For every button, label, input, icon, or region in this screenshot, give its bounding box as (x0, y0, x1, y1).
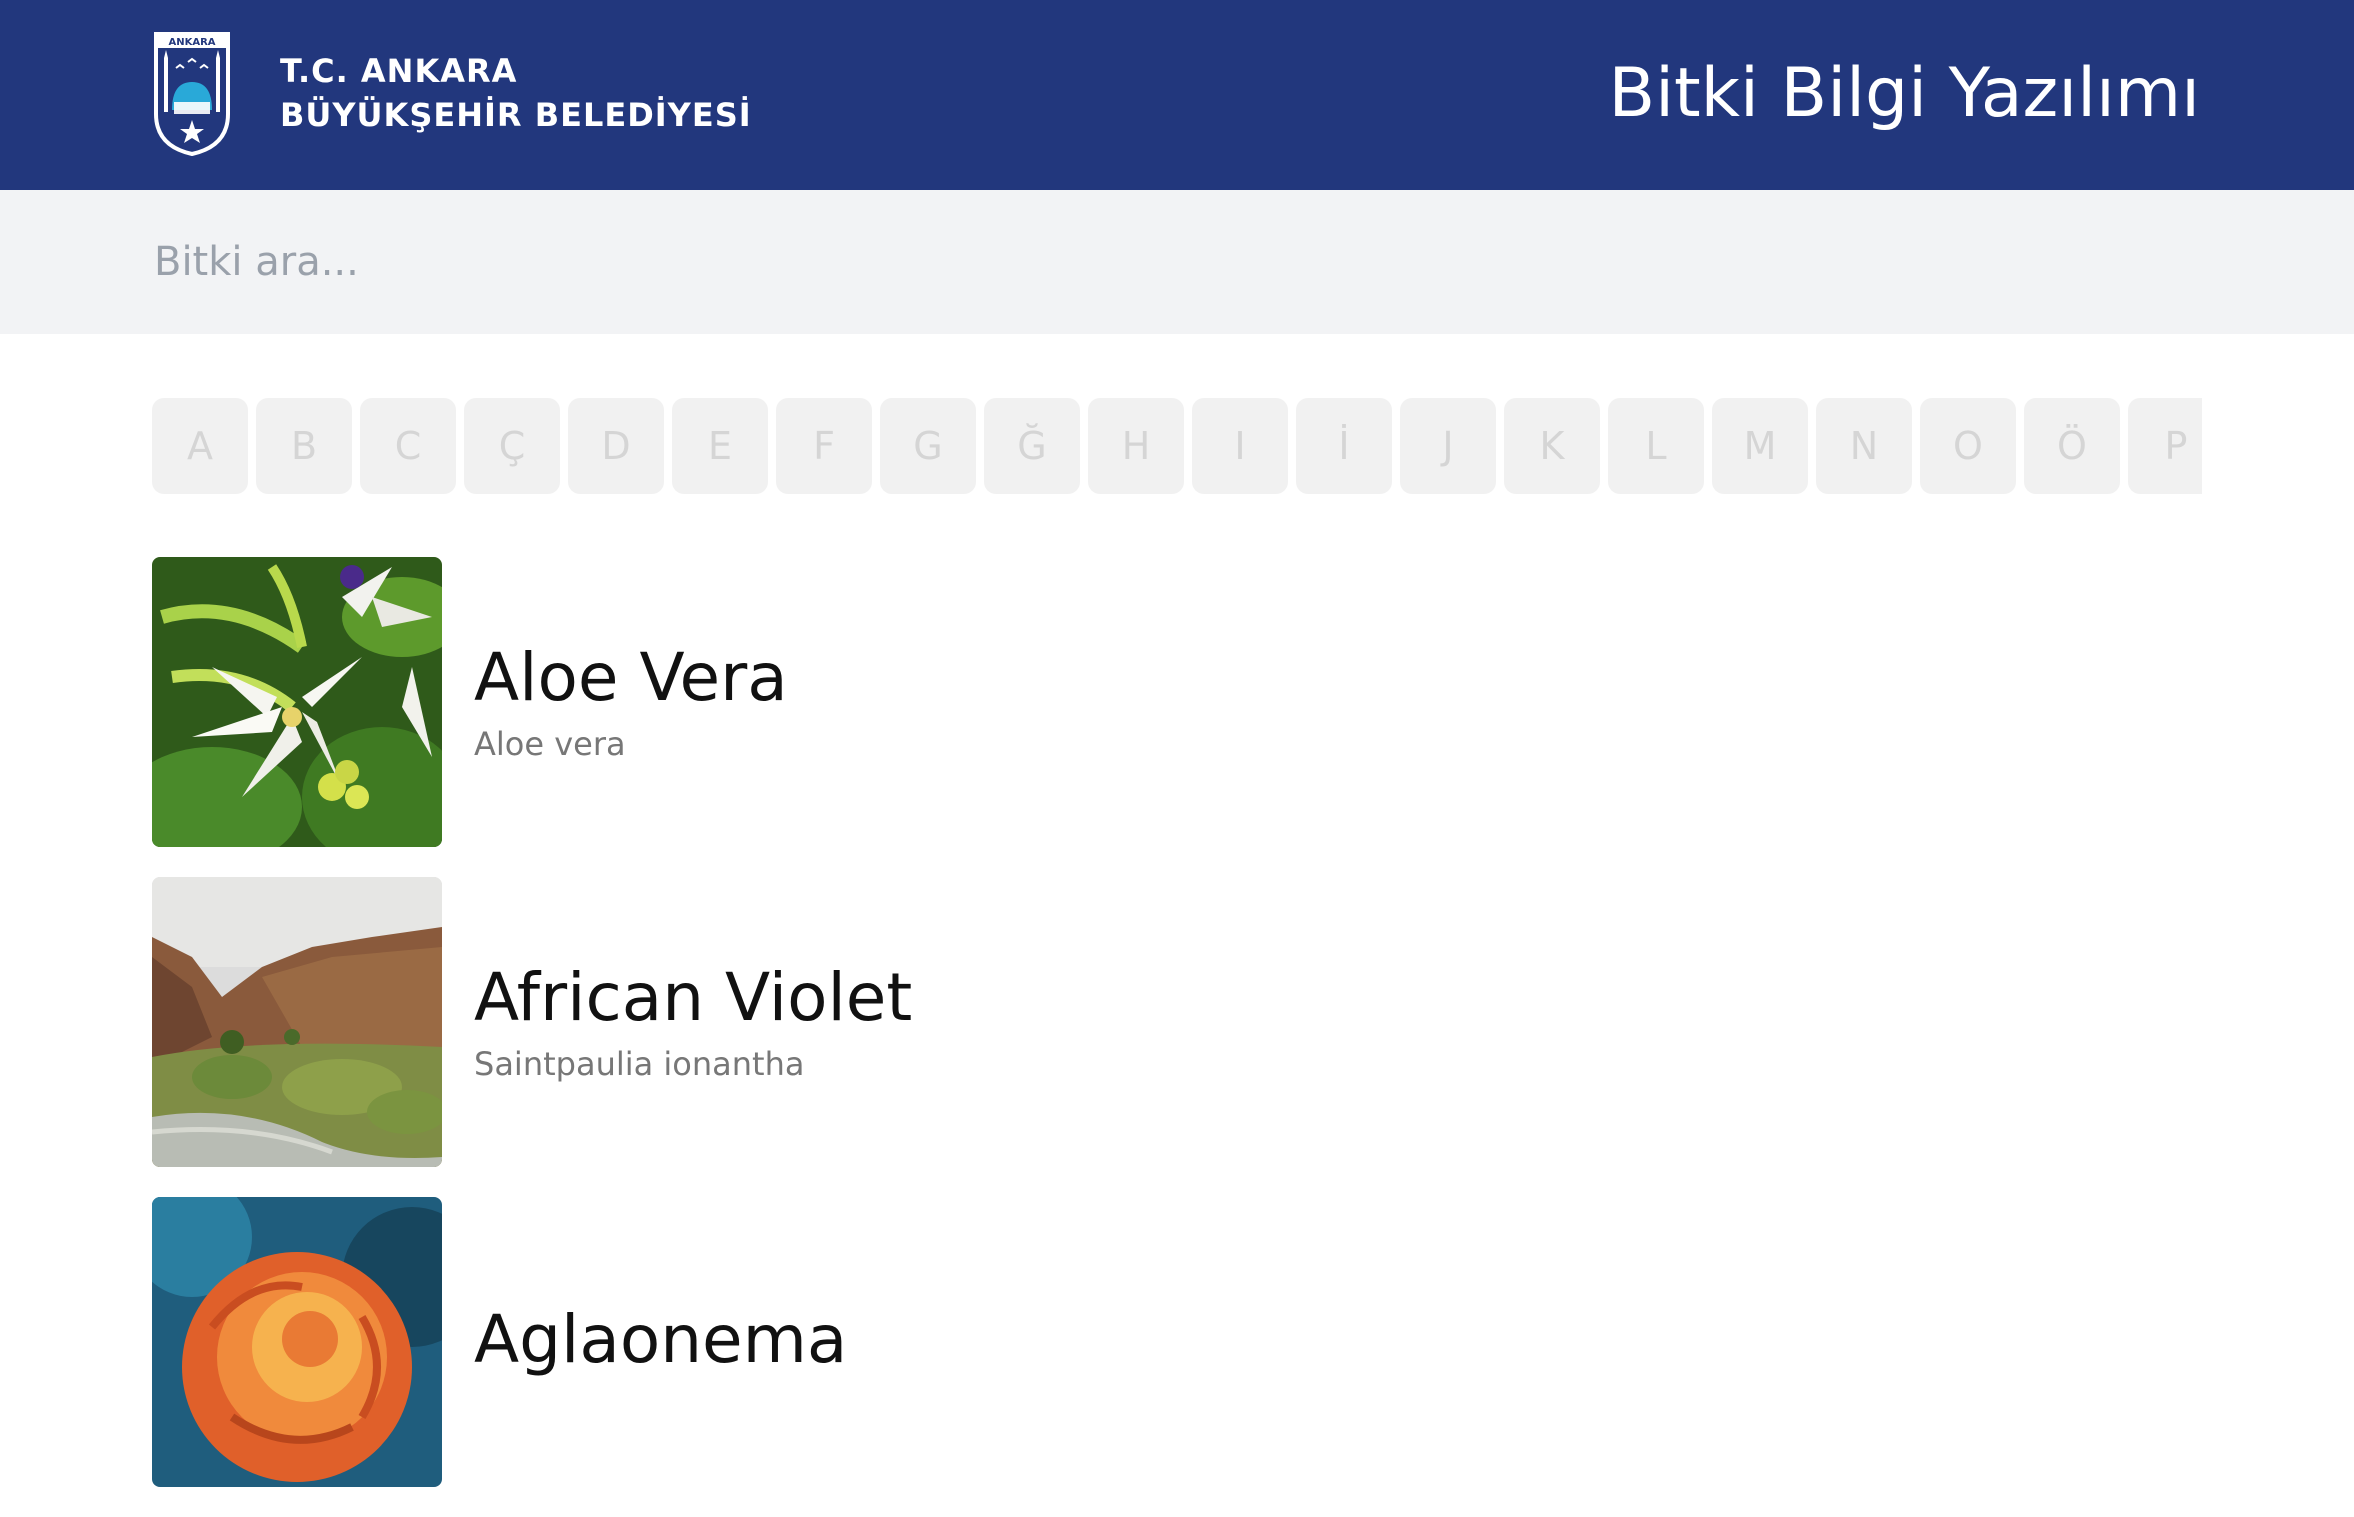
plant-text: Aglaonema (474, 1300, 847, 1384)
letter-button[interactable]: N (1816, 398, 1912, 494)
letter-button[interactable]: Ç (464, 398, 560, 494)
letter-button[interactable]: G (880, 398, 976, 494)
plant-name: Aglaonema (474, 1301, 848, 1378)
organization-name: T.C. ANKARA BÜYÜKŞEHİR BELEDİYESİ (280, 49, 752, 137)
plant-latin-name: Saintpaulia ionantha (474, 1045, 805, 1083)
letter-button[interactable]: J (1400, 398, 1496, 494)
plant-list: Aloe Vera Aloe vera African Violet Saint… (152, 557, 2202, 1517)
letter-button[interactable]: I (1192, 398, 1288, 494)
plant-image (152, 557, 442, 847)
letter-button[interactable]: H (1088, 398, 1184, 494)
org-line-2: BÜYÜKŞEHİR BELEDİYESİ (280, 96, 752, 134)
ankara-logo: ANKARA (152, 28, 232, 158)
letter-button[interactable]: B (256, 398, 352, 494)
letter-button[interactable]: M (1712, 398, 1808, 494)
plant-text: Aloe Vera Aloe vera (474, 638, 788, 766)
letter-button[interactable]: C (360, 398, 456, 494)
plant-image (152, 877, 442, 1167)
plant-image (152, 1197, 442, 1487)
app-header: ANKARA T.C. ANKARA BÜYÜKŞEHİR BELEDİYESİ (0, 0, 2354, 190)
plant-name: African Violet (474, 959, 913, 1036)
letter-button[interactable]: İ (1296, 398, 1392, 494)
letter-button[interactable]: D (568, 398, 664, 494)
org-line-1: T.C. ANKARA (280, 52, 518, 90)
app-title: Bitki Bilgi Yazılımı (1608, 54, 2200, 133)
letter-button[interactable]: E (672, 398, 768, 494)
letter-button[interactable]: L (1608, 398, 1704, 494)
search-bar (0, 190, 2354, 334)
plant-list-item[interactable]: Aglaonema (152, 1197, 2202, 1487)
letter-button[interactable]: Ö (2024, 398, 2120, 494)
alphabet-filter: A B C Ç D E F G Ğ H I İ J K L M N O Ö P (152, 398, 2202, 494)
plant-text: African Violet Saintpaulia ionantha (474, 958, 912, 1086)
search-input[interactable] (152, 218, 2202, 306)
plant-list-item[interactable]: African Violet Saintpaulia ionantha (152, 877, 2202, 1167)
letter-button[interactable]: O (1920, 398, 2016, 494)
letter-button[interactable]: K (1504, 398, 1600, 494)
plant-name: Aloe Vera (474, 639, 788, 716)
letter-button[interactable]: Ğ (984, 398, 1080, 494)
plant-latin-name: Aloe vera (474, 725, 626, 763)
svg-text:ANKARA: ANKARA (168, 37, 215, 48)
plant-list-item[interactable]: Aloe Vera Aloe vera (152, 557, 2202, 847)
letter-button[interactable]: A (152, 398, 248, 494)
letter-button[interactable]: P (2128, 398, 2202, 494)
brand[interactable]: ANKARA T.C. ANKARA BÜYÜKŞEHİR BELEDİYESİ (152, 28, 752, 158)
letter-button[interactable]: F (776, 398, 872, 494)
